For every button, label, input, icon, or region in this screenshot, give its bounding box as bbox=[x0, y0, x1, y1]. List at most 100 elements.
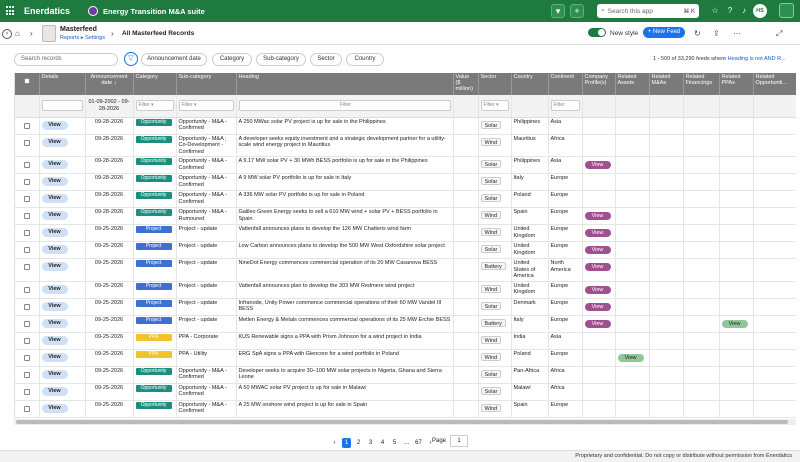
suite-title[interactable]: Energy Transition M&A suite bbox=[88, 6, 205, 16]
col-country[interactable]: Country bbox=[511, 73, 549, 95]
search-input[interactable]: ⌕ Search this app ⌘ K bbox=[597, 4, 699, 18]
view-details-button[interactable]: View bbox=[41, 301, 68, 311]
breadcrumb-reports[interactable]: Reports ▸ bbox=[60, 35, 84, 41]
view-details-button[interactable]: View bbox=[41, 369, 68, 379]
table-row[interactable]: View 09-28-2026 Opportunity Opportunity - M… bbox=[15, 190, 796, 208]
masterfeed-title[interactable]: Masterfeed bbox=[60, 26, 97, 33]
table-row[interactable]: View 09-28-2026 Opportunity Opportunity - M… bbox=[15, 173, 796, 191]
chip-sector[interactable]: Sector bbox=[310, 53, 342, 66]
brand-name[interactable]: Enerdatics bbox=[24, 6, 70, 16]
company-profile-view-button[interactable]: View bbox=[584, 285, 611, 294]
page-1[interactable]: 1 bbox=[342, 437, 351, 448]
heading[interactable]: A 25 MW onshore wind project is up for s… bbox=[236, 400, 454, 418]
page-4[interactable]: 4 bbox=[378, 438, 387, 448]
heading[interactable]: Vattenfall announces plan to develop the… bbox=[236, 281, 454, 299]
chip-category[interactable]: Category bbox=[212, 53, 252, 66]
row-checkbox[interactable] bbox=[23, 139, 30, 146]
home-icon[interactable]: ⌂ bbox=[15, 29, 20, 38]
chip-country[interactable]: Country bbox=[346, 53, 384, 66]
col-related-financings[interactable]: Related Financings bbox=[683, 73, 720, 95]
table-row[interactable]: View 09-25-2026 Opportunity Opportunity - M… bbox=[15, 366, 796, 384]
row-checkbox[interactable] bbox=[23, 122, 30, 129]
app-grid-icon[interactable] bbox=[6, 6, 16, 16]
view-details-button[interactable]: View bbox=[41, 177, 68, 186]
row-checkbox[interactable] bbox=[23, 303, 30, 310]
continent-filter[interactable]: Filter bbox=[550, 100, 580, 112]
row-checkbox[interactable] bbox=[23, 247, 30, 253]
heading[interactable]: A 9.17 MW solar PV + 30 MWh BESS portfol… bbox=[236, 156, 454, 174]
table-row[interactable]: View 09-25-2026 Opportunity Opportunity - M… bbox=[15, 383, 796, 401]
view-details-button[interactable]: View bbox=[41, 335, 68, 345]
breadcrumb-settings[interactable]: Settings bbox=[85, 35, 105, 41]
view-details-button[interactable]: View bbox=[41, 262, 68, 271]
refresh-icon[interactable]: ↻ bbox=[694, 29, 701, 38]
dropdown-icon[interactable]: ▾ bbox=[551, 4, 565, 18]
table-row[interactable]: View 09-25-2026 Project Project - update Inf… bbox=[15, 298, 796, 316]
row-checkbox[interactable] bbox=[23, 320, 30, 327]
view-details-button[interactable]: View bbox=[41, 160, 68, 169]
col-heading[interactable]: Heading bbox=[236, 73, 454, 95]
heading[interactable]: A 250 MWac solar PV project is up for sa… bbox=[236, 117, 454, 135]
heading[interactable]: A 336 MW solar PV portfolio is up for sa… bbox=[236, 190, 454, 208]
table-row[interactable]: View 09-28-2026 Opportunity Opportunity - M… bbox=[15, 117, 796, 135]
col-company-profiles[interactable]: Company Profile(s) bbox=[582, 73, 616, 95]
category-filter[interactable]: Filter ▾ bbox=[135, 100, 174, 112]
scrollbar-thumb[interactable] bbox=[16, 420, 788, 424]
table-row[interactable]: View 09-25-2026 Project Project - update Low… bbox=[15, 241, 796, 259]
company-profile-view-button[interactable]: View bbox=[584, 246, 611, 254]
share-icon[interactable]: ⇪ bbox=[713, 29, 720, 38]
col-related-mas[interactable]: Related M&As bbox=[649, 73, 684, 95]
row-checkbox[interactable] bbox=[23, 264, 30, 270]
row-checkbox[interactable] bbox=[23, 405, 30, 412]
view-details-button[interactable]: View bbox=[41, 386, 68, 396]
company-profile-view-button[interactable]: View bbox=[584, 229, 611, 237]
chip-announcement-date[interactable]: Announcement date bbox=[141, 53, 207, 66]
new-style-toggle[interactable] bbox=[588, 28, 606, 37]
page-3[interactable]: 3 bbox=[366, 438, 375, 448]
heading[interactable]: A 50 MWAC solar PV project is up for sal… bbox=[236, 383, 454, 401]
col-sub-category[interactable]: Sub-category bbox=[176, 73, 237, 95]
heading[interactable]: KUS Renewable signs a PPA with Prism Joh… bbox=[236, 332, 454, 350]
table-row[interactable]: View 09-28-2026 Opportunity Opportunity - M… bbox=[15, 207, 796, 225]
view-details-button[interactable]: View bbox=[41, 228, 68, 237]
date-range-filter[interactable]: 01-09-2002 - 09-28-2026 bbox=[85, 95, 134, 118]
related-ppas-view-button[interactable]: View bbox=[721, 319, 748, 328]
sub-category-filter[interactable]: Filter ▾ bbox=[178, 100, 234, 112]
fullscreen-icon[interactable]: ⤢ bbox=[776, 29, 782, 39]
table-row[interactable]: View 09-28-2026 Opportunity Opportunity - M… bbox=[15, 156, 796, 174]
col-announcement-date[interactable]: Announcement date ↓ bbox=[85, 73, 134, 95]
view-details-button[interactable]: View bbox=[41, 403, 68, 413]
view-details-button[interactable]: View bbox=[41, 137, 68, 147]
view-details-button[interactable]: View bbox=[41, 318, 68, 328]
avatar[interactable]: HS bbox=[753, 4, 767, 18]
page-67[interactable]: 67 bbox=[414, 438, 423, 448]
heading[interactable]: NineDot Energy commences commercial oper… bbox=[236, 258, 454, 282]
star-icon[interactable]: ☆ bbox=[710, 6, 720, 16]
table-row[interactable]: View 09-25-2026 PPA PPA - Corporate KUS Rene… bbox=[15, 332, 796, 350]
company-profile-view-button[interactable]: View bbox=[584, 263, 611, 271]
col-continent[interactable]: Continent bbox=[548, 73, 583, 95]
col-related-assets[interactable]: Related Assets bbox=[615, 73, 650, 95]
heading[interactable]: Developer seeks to acquire 30–100 MW sol… bbox=[236, 366, 454, 384]
col-details[interactable]: Details bbox=[39, 73, 86, 95]
add-icon[interactable]: + bbox=[570, 4, 584, 18]
prev-page-button[interactable]: ‹ bbox=[330, 438, 339, 448]
col-related-ppas[interactable]: Related PPAs bbox=[719, 73, 754, 95]
bell-icon[interactable]: ♪ bbox=[739, 6, 749, 16]
row-checkbox[interactable] bbox=[23, 371, 30, 378]
company-profile-view-button[interactable]: View bbox=[584, 302, 611, 311]
heading[interactable]: Low Carbon announces plans to develop th… bbox=[236, 241, 454, 259]
details-filter[interactable] bbox=[41, 100, 83, 112]
heading[interactable]: ERG SpA signs a PPA with Glencore for a … bbox=[236, 349, 454, 367]
view-details-button[interactable]: View bbox=[41, 352, 68, 362]
view-details-button[interactable]: View bbox=[41, 194, 68, 203]
company-profile-view-button[interactable]: View bbox=[584, 212, 611, 220]
row-checkbox[interactable] bbox=[23, 196, 30, 202]
search-records-input[interactable]: Search records bbox=[14, 53, 118, 66]
chip-sub-category[interactable]: Sub-category bbox=[256, 53, 306, 66]
row-checkbox[interactable] bbox=[23, 337, 30, 344]
page-5[interactable]: 5 bbox=[390, 438, 399, 448]
company-profile-view-button[interactable]: View bbox=[584, 161, 611, 169]
related-assets-view-button[interactable]: View bbox=[617, 353, 644, 362]
col-value[interactable]: Value ($ million) bbox=[453, 73, 479, 95]
